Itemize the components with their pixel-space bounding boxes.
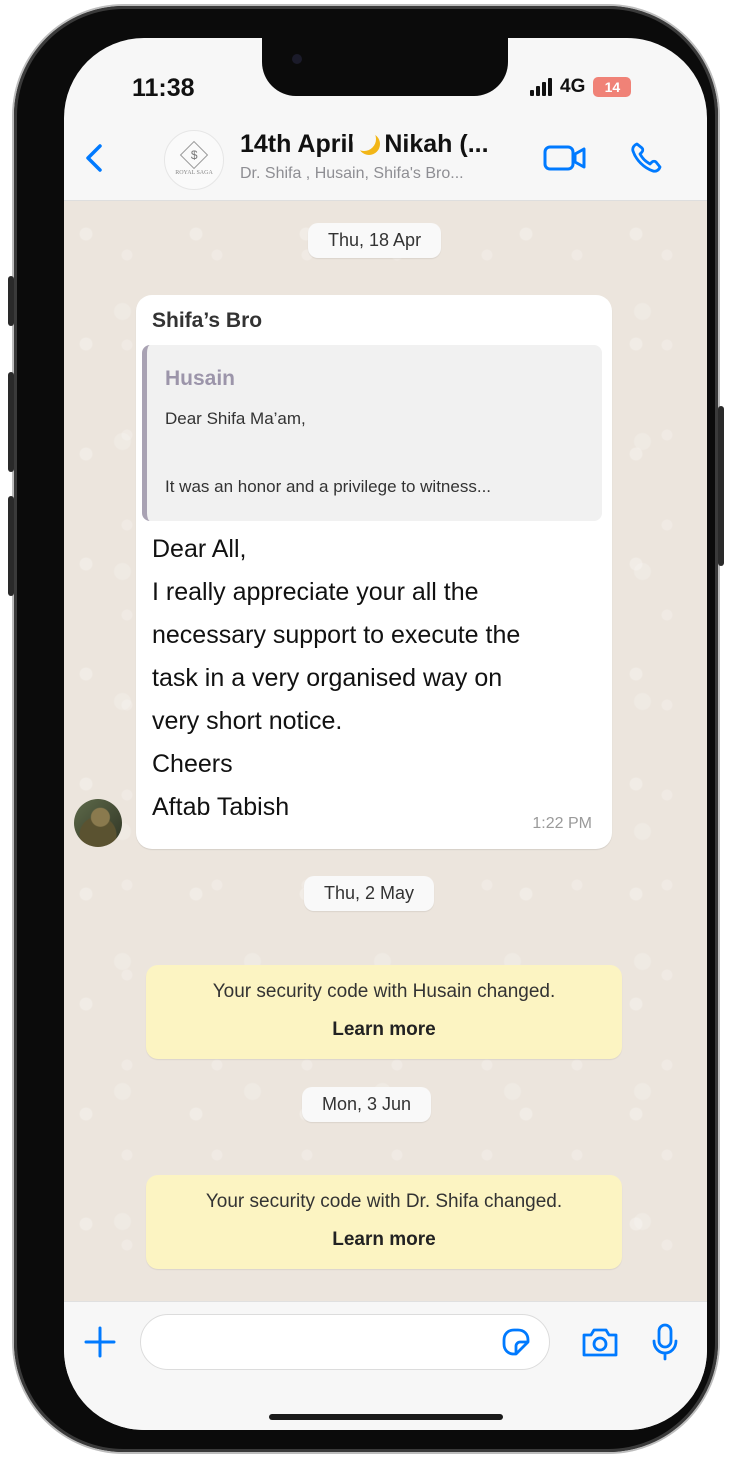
security-notice[interactable]: Your security code with Dr. Shifa change…	[146, 1175, 622, 1269]
learn-more-link[interactable]: Learn more	[146, 1019, 622, 1041]
message-text-line: Dear All,	[152, 535, 247, 563]
attach-button[interactable]	[82, 1324, 118, 1360]
message-text-line: I really appreciate your all the	[152, 578, 479, 606]
message-text-line: Aftab Tabish	[152, 793, 290, 821]
side-button-power	[718, 406, 724, 566]
sender-avatar[interactable]	[74, 799, 122, 847]
side-button-mute	[8, 276, 14, 326]
group-avatar[interactable]: $ ROYAL SAGA	[164, 130, 224, 190]
message-text-line: task in a very organised way on	[152, 664, 503, 692]
status-indicators: 4G 14	[530, 76, 632, 98]
chat-title-part1: 14th April	[240, 130, 355, 158]
date-separator: Thu, 18 Apr	[308, 223, 442, 258]
message-sender: Shifa’s Bro	[152, 309, 263, 332]
chat-area[interactable]: Thu, 18 Apr Shifa’s Bro Husain Dear Shif…	[64, 201, 707, 1301]
phone-frame: 11:38 4G 14 $ ROYAL SAGA 14th April Nikah…	[8, 6, 724, 1452]
quoted-text-line: Dear Shifa Ma’am,	[165, 409, 306, 428]
home-indicator	[269, 1414, 503, 1420]
date-separator: Thu, 2 May	[304, 876, 435, 911]
message-bubble[interactable]: Shifa’s Bro Husain Dear Shifa Ma’am, It …	[136, 295, 612, 849]
message-text-line: Cheers	[152, 750, 233, 778]
crescent-moon-icon	[352, 127, 381, 155]
sticker-button[interactable]	[500, 1326, 532, 1358]
status-time: 11:38	[132, 74, 195, 102]
voice-call-button[interactable]	[628, 140, 664, 176]
date-separator: Mon, 3 Jun	[302, 1087, 432, 1122]
message-timestamp: 1:22 PM	[532, 815, 592, 832]
chat-title[interactable]: 14th April Nikah (...	[240, 127, 489, 159]
phone-screen: 11:38 4G 14 $ ROYAL SAGA 14th April Nikah…	[64, 38, 707, 1430]
chat-header: $ ROYAL SAGA 14th April Nikah (... Dr. Sh…	[64, 118, 707, 201]
back-icon	[86, 144, 102, 172]
learn-more-link[interactable]: Learn more	[146, 1229, 622, 1251]
sticker-icon	[502, 1328, 530, 1356]
back-button[interactable]	[78, 138, 114, 178]
message-text-line: very short notice.	[152, 707, 343, 735]
security-notice[interactable]: Your security code with Husain changed. …	[146, 965, 622, 1059]
front-camera	[292, 54, 302, 64]
side-button-volume-up	[8, 372, 14, 472]
video-call-icon	[543, 145, 586, 171]
chat-title-part2: Nikah (...	[384, 130, 489, 158]
camera-button[interactable]	[580, 1324, 620, 1360]
security-notice-text: Your security code with Dr. Shifa change…	[205, 1191, 563, 1212]
camera-icon	[582, 1328, 618, 1357]
chat-participants[interactable]: Dr. Shifa , Husain, Shifa's Bro...	[240, 165, 464, 183]
video-call-button[interactable]	[542, 140, 588, 176]
quoted-author: Husain	[165, 367, 236, 390]
message-input[interactable]	[140, 1314, 550, 1370]
security-notice-text: Your security code with Husain changed.	[212, 981, 556, 1002]
notch	[262, 38, 508, 96]
logo-icon: $	[179, 140, 209, 169]
side-button-volume-down	[8, 496, 14, 596]
microphone-button[interactable]	[650, 1322, 680, 1362]
network-type: 4G	[560, 76, 586, 97]
battery-level: 14	[604, 79, 621, 95]
message-text-line: necessary support to execute the	[152, 621, 521, 649]
avatar-logo-text: ROYAL SAGA	[175, 169, 213, 176]
microphone-icon	[652, 1323, 678, 1361]
phone-icon	[631, 142, 662, 173]
signal-icon	[530, 78, 552, 96]
quoted-text-line: It was an honor and a privilege to witne…	[165, 477, 492, 496]
plus-icon	[84, 1326, 116, 1358]
message-input-bar	[64, 1301, 707, 1430]
battery-icon: 14	[593, 77, 632, 97]
quoted-message[interactable]: Husain Dear Shifa Ma’am, It was an honor…	[142, 345, 602, 521]
